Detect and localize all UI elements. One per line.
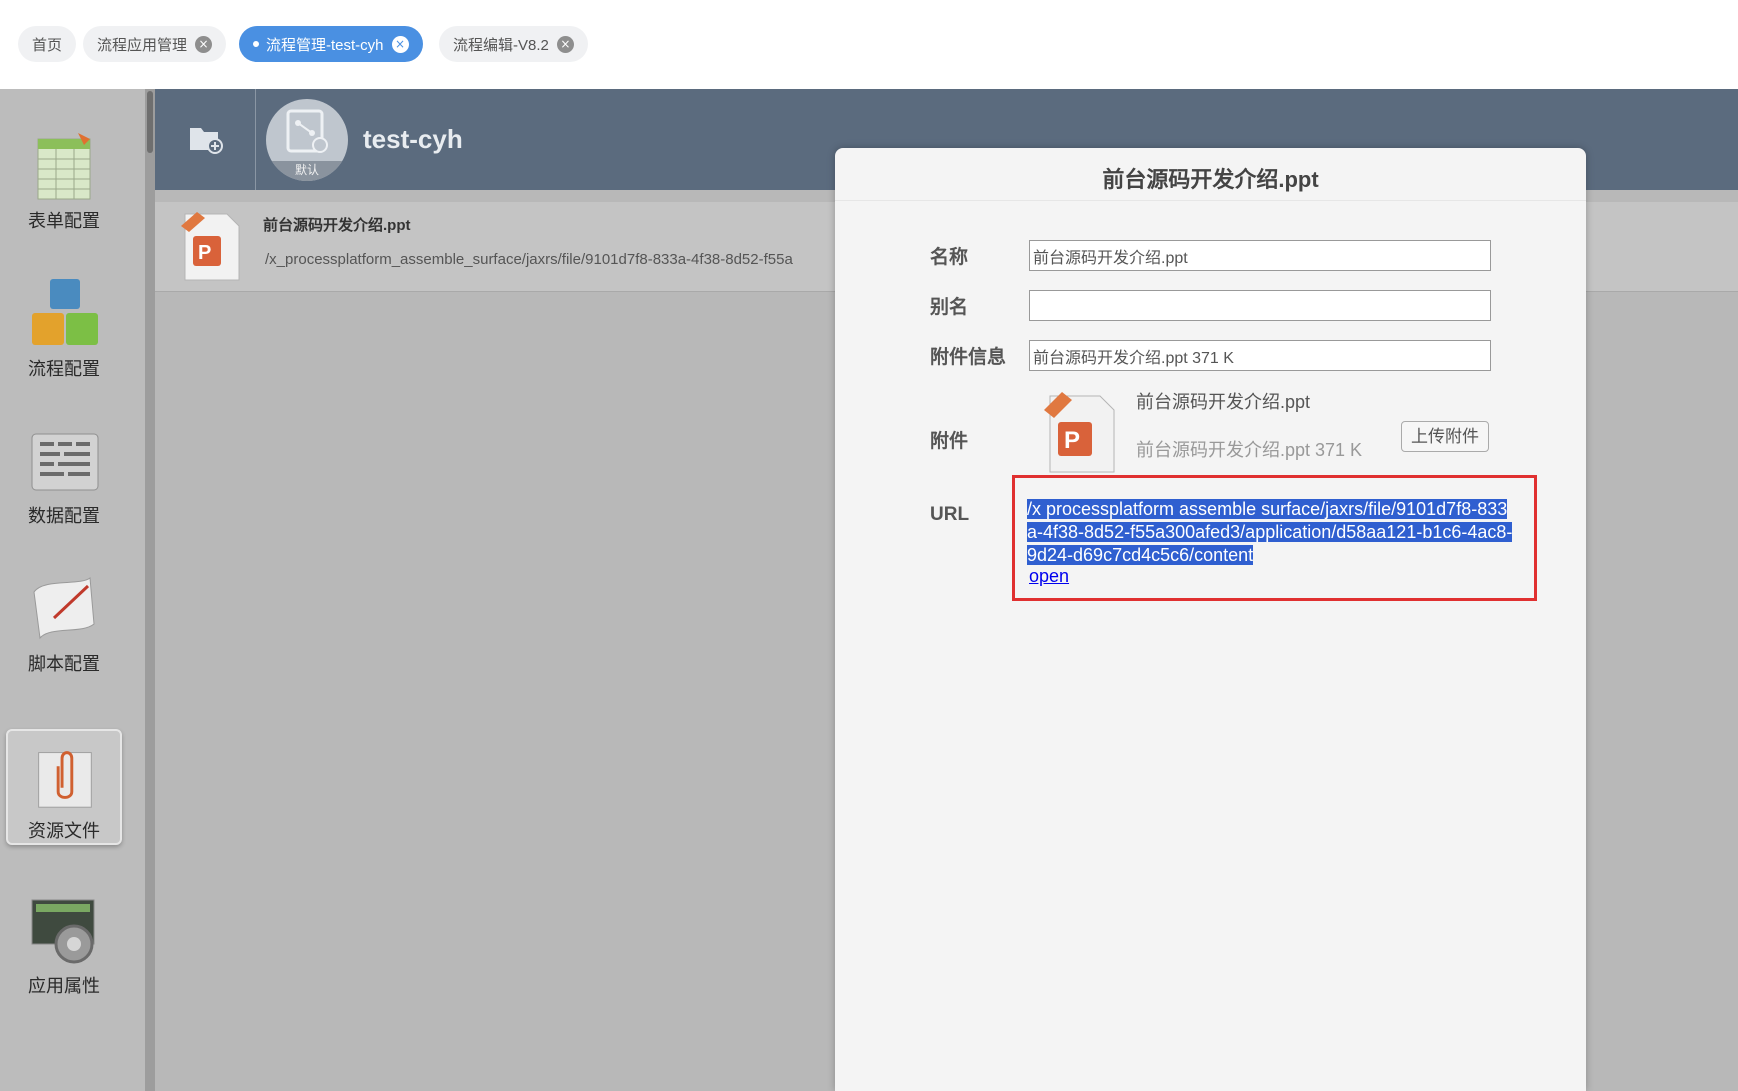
sidebar-item-resource-file[interactable]: 资源文件 xyxy=(6,729,122,845)
active-dot-icon xyxy=(253,41,259,47)
sidebar-item-label: 资源文件 xyxy=(28,821,100,841)
process-config-icon xyxy=(32,279,98,345)
sidebar-item-label: 流程配置 xyxy=(28,359,100,379)
close-icon[interactable]: × xyxy=(391,35,409,53)
name-field[interactable] xyxy=(1029,240,1491,271)
app-property-icon xyxy=(31,899,95,964)
url-label: URL xyxy=(930,504,970,525)
attachment-info-label: 附件信息 xyxy=(930,347,1007,368)
tab-bar: 首页 流程应用管理 × 流程管理-test-cyh × 流程编辑-V8.2 × xyxy=(0,0,1738,89)
file-detail-dialog: 前台源码开发介绍.ppt 名称 别名 附件信息 附件 P 前台源码开发介绍.pp… xyxy=(835,148,1586,1091)
app-icon: 默认 xyxy=(266,99,348,181)
selected-url-text[interactable]: /x processplatform assemble surface/jaxr… xyxy=(1027,499,1513,565)
tab-process-management-test-cyh[interactable]: 流程管理-test-cyh × xyxy=(239,26,423,62)
name-label: 名称 xyxy=(930,247,969,268)
pptx-file-icon: P xyxy=(181,212,240,281)
sidebar-item-app-property[interactable]: 应用属性 xyxy=(6,884,122,1000)
script-config-icon xyxy=(33,577,95,640)
file-path: /x_processplatform_assemble_surface/jaxr… xyxy=(265,251,793,268)
sidebar-item-label: 表单配置 xyxy=(28,211,100,231)
attachment-name: 前台源码开发介绍.ppt xyxy=(1136,392,1311,412)
sidebar-item-process-config[interactable]: 流程配置 xyxy=(6,267,122,383)
pptx-attachment-icon[interactable]: P xyxy=(1038,390,1120,476)
sidebar-item-label: 脚本配置 xyxy=(28,654,100,674)
tab-label: 流程应用管理 xyxy=(97,36,188,54)
tab-process-app-management[interactable]: 流程应用管理 × xyxy=(83,26,227,62)
svg-text:P: P xyxy=(1064,427,1080,454)
dialog-divider xyxy=(835,200,1586,201)
sidebar-scrollbar[interactable] xyxy=(145,89,155,1091)
tab-process-edit[interactable]: 流程编辑-V8.2 × xyxy=(439,26,588,62)
svg-text:P: P xyxy=(198,242,211,264)
app-name: test-cyh xyxy=(363,124,463,154)
header-divider xyxy=(255,89,256,190)
close-icon[interactable]: × xyxy=(556,35,574,53)
default-badge: 默认 xyxy=(266,161,348,181)
attachment-info-field[interactable] xyxy=(1029,340,1491,371)
attachment-label: 附件 xyxy=(930,431,969,452)
tab-label: 首页 xyxy=(32,36,63,54)
attachment-size: 前台源码开发介绍.ppt 371 K xyxy=(1136,440,1363,460)
resource-file-icon xyxy=(38,751,92,808)
tab-home[interactable]: 首页 xyxy=(18,26,77,62)
upload-attachment-button[interactable]: 上传附件 xyxy=(1401,421,1489,452)
sidebar-item-data-config[interactable]: 数据配置 xyxy=(6,414,122,530)
add-folder-icon[interactable] xyxy=(188,124,224,154)
sidebar-item-label: 数据配置 xyxy=(28,506,100,526)
sidebar-item-script-config[interactable]: 脚本配置 xyxy=(6,562,122,678)
close-icon[interactable]: × xyxy=(195,35,213,53)
open-link[interactable]: open xyxy=(1029,566,1069,587)
sidebar: 表单配置 流程配置 数据配置 脚本配置 资源文件 应用属性 xyxy=(0,89,145,1091)
url-value[interactable]: /x processplatform assemble surface/jaxr… xyxy=(1027,498,1517,567)
alias-field[interactable] xyxy=(1029,290,1491,321)
tab-label: 流程管理-test-cyh xyxy=(266,36,384,54)
alias-label: 别名 xyxy=(930,297,969,318)
form-config-icon xyxy=(37,133,91,200)
file-name: 前台源码开发介绍.ppt xyxy=(263,217,411,234)
dialog-title: 前台源码开发介绍.ppt xyxy=(1102,167,1319,192)
data-config-icon xyxy=(31,433,99,491)
sidebar-item-form-config[interactable]: 表单配置 xyxy=(6,119,122,235)
tab-label: 流程编辑-V8.2 xyxy=(453,36,549,54)
sidebar-item-label: 应用属性 xyxy=(28,976,100,996)
scrollbar-thumb[interactable] xyxy=(147,91,153,153)
